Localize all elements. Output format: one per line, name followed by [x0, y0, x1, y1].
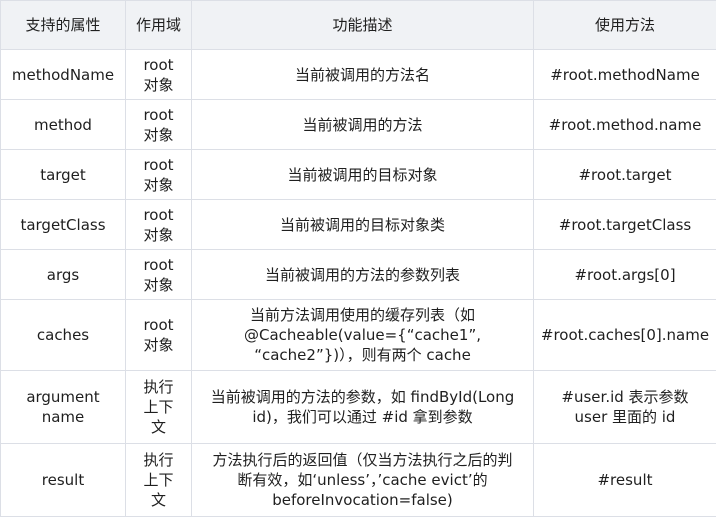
usage-cell: #result	[533, 443, 716, 517]
attribute-cell: methodName	[0, 49, 126, 100]
description-cell: 当前被调用的目标对象类	[191, 199, 534, 250]
header-scope: 作用域	[125, 0, 192, 50]
header-description: 功能描述	[191, 0, 534, 50]
table-row: caches root对象 当前方法调用使用的缓存列表（如 @Cacheable…	[0, 299, 716, 371]
description-cell: 当前被调用的方法的参数，如 findById(Long id)，我们可以通过 #…	[191, 370, 534, 444]
scope-cell: root对象	[125, 299, 192, 371]
scope-cell: root对象	[125, 199, 192, 250]
usage-cell: #root.methodName	[533, 49, 716, 100]
description-cell: 当前被调用的方法的参数列表	[191, 249, 534, 300]
header-row: 支持的属性 作用域 功能描述 使用方法	[0, 0, 716, 50]
table-row: argument name 执行上下文 当前被调用的方法的参数，如 findBy…	[0, 370, 716, 444]
scope-cell: root对象	[125, 249, 192, 300]
description-cell: 当前被调用的方法名	[191, 49, 534, 100]
attribute-cell: targetClass	[0, 199, 126, 250]
spel-attributes-table: 支持的属性 作用域 功能描述 使用方法 methodName root对象 当前…	[0, 0, 716, 517]
usage-cell: #user.id 表示参数 user 里面的 id	[533, 370, 716, 444]
usage-cell: #root.method.name	[533, 99, 716, 150]
attribute-cell: result	[0, 443, 126, 517]
description-cell: 当前被调用的目标对象	[191, 149, 534, 200]
table-row: args root对象 当前被调用的方法的参数列表 #root.args[0]	[0, 249, 716, 300]
header-attribute: 支持的属性	[0, 0, 126, 50]
attribute-cell: method	[0, 99, 126, 150]
description-cell: 当前方法调用使用的缓存列表（如 @Cacheable(value={“cache…	[191, 299, 534, 371]
table-row: method root对象 当前被调用的方法 #root.method.name	[0, 99, 716, 150]
scope-cell: root对象	[125, 49, 192, 100]
table-row: methodName root对象 当前被调用的方法名 #root.method…	[0, 49, 716, 100]
scope-cell: 执行上下文	[125, 443, 192, 517]
description-cell: 当前被调用的方法	[191, 99, 534, 150]
attribute-cell: args	[0, 249, 126, 300]
usage-cell: #root.args[0]	[533, 249, 716, 300]
usage-cell: #root.targetClass	[533, 199, 716, 250]
attribute-cell: target	[0, 149, 126, 200]
scope-cell: root对象	[125, 99, 192, 150]
table-row: targetClass root对象 当前被调用的目标对象类 #root.tar…	[0, 199, 716, 250]
usage-cell: #root.caches[0].name	[533, 299, 716, 371]
usage-cell: #root.target	[533, 149, 716, 200]
scope-cell: root对象	[125, 149, 192, 200]
header-usage: 使用方法	[533, 0, 716, 50]
attribute-cell: argument name	[0, 370, 126, 444]
table-row: result 执行上下文 方法执行后的返回值（仅当方法执行之后的判断有效，如‘u…	[0, 443, 716, 517]
scope-cell: 执行上下文	[125, 370, 192, 444]
description-cell: 方法执行后的返回值（仅当方法执行之后的判断有效，如‘unless’，’cache…	[191, 443, 534, 517]
table-row: target root对象 当前被调用的目标对象 #root.target	[0, 149, 716, 200]
attribute-cell: caches	[0, 299, 126, 371]
